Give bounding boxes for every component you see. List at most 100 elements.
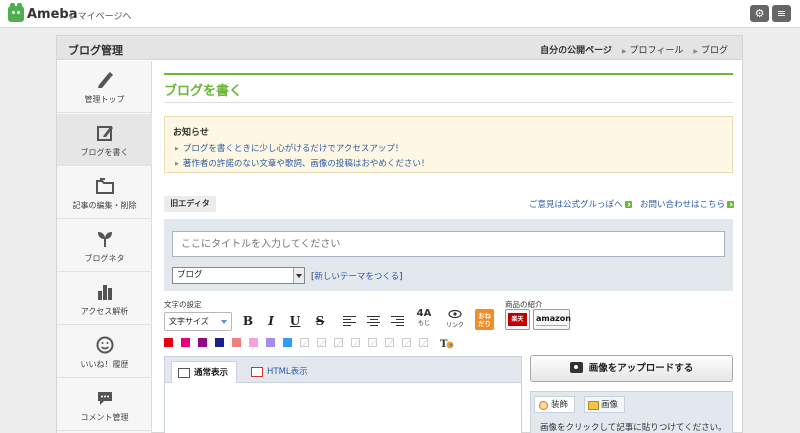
notice-link-access-up[interactable]: ▶ ブログを書くときに少し心がけるだけでアクセスアップ！ xyxy=(175,142,403,154)
editor-body[interactable] xyxy=(165,384,521,433)
theme-select[interactable]: ブログ xyxy=(172,267,305,284)
sidebar-item-admin-top[interactable]: 管理トップ xyxy=(57,61,152,113)
notice-box: お知らせ ▶ ブログを書くときに少し心がけるだけでアクセスアップ！ ▶ 著作者の許諾… xyxy=(164,116,733,173)
sidebar-item-comment-management[interactable]: コメント管理 xyxy=(57,379,152,431)
menu-button[interactable]: ≡ xyxy=(772,5,791,22)
image-folder-icon xyxy=(588,401,599,410)
new-theme-link[interactable]: [新しいテーマをつくる] xyxy=(311,270,403,282)
empty-color-swatch[interactable] xyxy=(317,338,326,347)
html-icon xyxy=(251,367,263,377)
color-swatch[interactable] xyxy=(249,338,258,347)
title-accent-line xyxy=(164,73,733,75)
smile-icon xyxy=(96,336,114,354)
amazon-button[interactable]: amazon xyxy=(533,309,571,330)
sidebar-item-access-analysis[interactable]: アクセス解析 xyxy=(57,273,152,325)
sprout-icon xyxy=(98,232,112,247)
decoration-icon xyxy=(539,401,548,410)
sidebar-item-label: 管理トップ xyxy=(84,95,125,104)
sidebar-item-write-blog[interactable]: ブログを書く xyxy=(57,114,152,166)
color-swatch[interactable] xyxy=(232,338,241,347)
sidebar-item-blog-neta[interactable]: ブログネタ xyxy=(57,220,152,272)
onedari-button[interactable]: おねだり xyxy=(475,309,494,330)
contact-link[interactable]: お問い合わせはこちら xyxy=(640,198,735,210)
color-swatch[interactable] xyxy=(215,338,224,347)
folder-icon xyxy=(96,178,114,194)
editor-tabs: 通常表示 HTML表示 xyxy=(165,357,521,383)
chevron-down-icon xyxy=(221,320,227,324)
upload-image-button[interactable]: 画像をアップロードする xyxy=(530,355,733,382)
color-swatch[interactable] xyxy=(198,338,207,347)
tab-normal-view[interactable]: 通常表示 xyxy=(171,361,238,383)
notice-title: お知らせ xyxy=(173,128,209,138)
image-hint-text: 画像をクリックして記事に貼りつけてください。 xyxy=(540,423,727,433)
align-right-button[interactable] xyxy=(391,316,404,327)
rakuten-button[interactable]: 楽天 xyxy=(505,309,530,330)
bar-chart-icon xyxy=(98,285,112,300)
align-center-button[interactable] xyxy=(367,316,380,327)
ameba-logo-icon xyxy=(8,3,24,22)
color-swatch[interactable] xyxy=(164,338,173,347)
sidebar-item-edit-articles[interactable]: 記事の編集・削除 xyxy=(57,167,152,219)
pencil-icon xyxy=(98,72,113,88)
document-icon xyxy=(178,368,190,378)
triangle-right-icon: ▶ xyxy=(70,14,75,21)
speech-bubble-icon xyxy=(98,392,112,405)
emoji-a-icon: 4A xyxy=(416,308,432,319)
top-bar: Ameba ▶ マイページへ ⚙ ≡ xyxy=(0,0,800,28)
title-divider xyxy=(164,102,733,103)
color-swatch[interactable] xyxy=(181,338,190,347)
font-settings-label: 文字の設定 xyxy=(164,300,202,309)
title-input[interactable] xyxy=(172,231,725,257)
tab-image[interactable]: 画像 xyxy=(584,396,626,413)
ameba-logo[interactable]: Ameba xyxy=(8,3,78,23)
blog-link[interactable]: ▶ ブログ xyxy=(693,43,728,56)
empty-color-swatch[interactable] xyxy=(334,338,343,347)
underline-button[interactable]: U xyxy=(287,313,303,330)
write-icon xyxy=(97,126,113,141)
profile-link[interactable]: ▶ プロフィール xyxy=(622,43,683,56)
public-page-link[interactable]: 自分の公開ページ xyxy=(540,43,612,56)
header-links: 自分の公開ページ ▶ プロフィール ▶ ブログ xyxy=(540,43,728,56)
color-swatch[interactable] xyxy=(266,338,275,347)
align-left-button[interactable] xyxy=(343,316,356,327)
triangle-right-icon: ▶ xyxy=(621,48,627,55)
chevron-down-icon xyxy=(293,268,304,283)
empty-color-swatch[interactable] xyxy=(300,338,309,347)
text-color-picker-button[interactable]: T xyxy=(440,337,454,350)
settings-button[interactable]: ⚙ xyxy=(750,5,769,22)
empty-color-swatch[interactable] xyxy=(419,338,428,347)
font-size-select[interactable]: 文字サイズ xyxy=(164,312,232,331)
blog-management-panel: ブログ管理 自分の公開ページ ▶ プロフィール ▶ ブログ 管理トップ ブログを書く… xyxy=(56,35,743,433)
mypage-link[interactable]: ▶ マイページへ xyxy=(70,9,131,22)
emoji-text-button[interactable]: 4A もじ xyxy=(415,308,433,332)
main-content: ブログを書く お知らせ ▶ ブログを書くときに少し心がけるだけでアクセスアップ！ … xyxy=(153,61,742,433)
empty-color-swatch[interactable] xyxy=(368,338,377,347)
sidebar-item-label: いいね！履歴 xyxy=(80,360,129,369)
notice-link-copyright[interactable]: ▶ 著作者の許諾のない文章や歌詞、画像の投稿はおやめください！ xyxy=(175,157,429,169)
link-button[interactable]: リンク xyxy=(445,309,465,332)
menu-icon: ≡ xyxy=(776,7,787,20)
tab-decoration[interactable]: 装飾 xyxy=(534,396,576,413)
triangle-right-icon: ▶ xyxy=(175,161,179,167)
bold-button[interactable]: B xyxy=(240,313,256,330)
empty-color-swatch[interactable] xyxy=(402,338,411,347)
title-theme-box: ブログ [新しいテーマをつくる] xyxy=(164,219,733,291)
color-swatch[interactable] xyxy=(283,338,292,347)
text-color-icon: T xyxy=(440,339,454,350)
sidebar-item-like-history[interactable]: いいね！履歴 xyxy=(57,326,152,378)
italic-button[interactable]: I xyxy=(263,313,279,330)
old-editor-button[interactable]: 旧エディタ xyxy=(164,196,216,212)
feedback-link[interactable]: ご意見は公式グルっぽへ xyxy=(529,198,632,210)
sidebar-item-label: 記事の編集・削除 xyxy=(72,201,137,210)
arrow-right-icon xyxy=(624,201,632,208)
tab-html-view[interactable]: HTML表示 xyxy=(245,361,316,383)
empty-color-swatch[interactable] xyxy=(351,338,360,347)
media-panel: 装飾 画像 画像をクリックして記事に貼りつけてください。 xyxy=(530,391,733,433)
strikethrough-button[interactable]: S xyxy=(312,313,328,330)
empty-color-swatch[interactable] xyxy=(385,338,394,347)
sidebar-item-label: アクセス解析 xyxy=(80,307,129,316)
panel-header: ブログ管理 自分の公開ページ ▶ プロフィール ▶ ブログ xyxy=(57,36,742,60)
panel-title: ブログ管理 xyxy=(68,44,123,57)
gear-icon: ⚙ xyxy=(754,7,765,20)
sidebar-item-label: ブログを書く xyxy=(80,148,129,157)
